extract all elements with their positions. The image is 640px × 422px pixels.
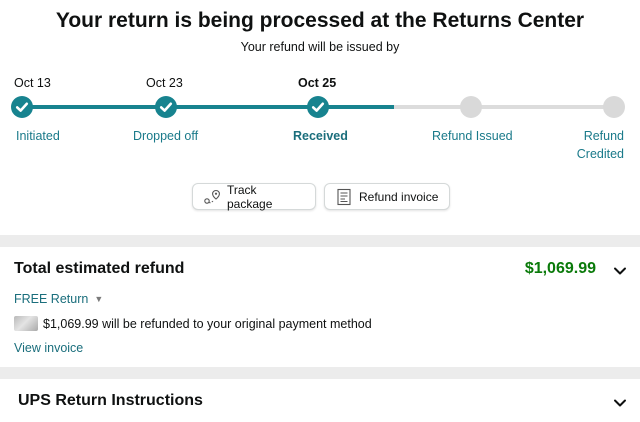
track-package-button[interactable]: Track package bbox=[192, 182, 316, 211]
refund-invoice-button[interactable]: Refund invoice bbox=[324, 183, 450, 210]
step-label-refund-credited-line2: Credited bbox=[576, 147, 624, 161]
invoice-document-icon bbox=[335, 188, 353, 206]
ups-instructions-card[interactable]: UPS Return Instructions bbox=[0, 379, 640, 422]
step-label-initiated: Initiated bbox=[16, 129, 60, 143]
refund-payment-text: $1,069.99 will be refunded to your origi… bbox=[43, 316, 372, 331]
step-date-received: Oct 25 bbox=[298, 76, 337, 90]
view-invoice-link[interactable]: View invoice bbox=[14, 341, 83, 355]
step-complete-check-icon bbox=[307, 96, 329, 118]
step-pending-dot-icon bbox=[603, 96, 625, 118]
step-date-initiated: Oct 13 bbox=[14, 76, 51, 90]
step-label-received: Received bbox=[293, 129, 348, 143]
refund-issued-by-subtitle: Your refund will be issued by bbox=[240, 40, 400, 54]
step-label-refund-issued: Refund Issued bbox=[432, 129, 513, 143]
track-package-label: Track package bbox=[227, 182, 273, 211]
refund-invoice-label: Refund invoice bbox=[359, 189, 439, 204]
chevron-down-icon[interactable] bbox=[612, 263, 628, 279]
ups-instructions-heading: UPS Return Instructions bbox=[18, 392, 203, 409]
credit-card-icon bbox=[14, 316, 38, 331]
return-status-card: Your return is being processed at the Re… bbox=[0, 0, 640, 235]
free-return-label: FREE Return bbox=[14, 292, 89, 306]
refund-summary-card: Total estimated refund $1,069.99 FREE Re… bbox=[0, 247, 640, 367]
page-title: Your return is being processed at the Re… bbox=[55, 9, 585, 32]
refund-amount: $1,069.99 bbox=[524, 260, 596, 277]
step-label-dropped-off: Dropped off bbox=[133, 129, 199, 143]
step-label-refund-credited-line1: Refund bbox=[583, 129, 624, 143]
step-pending-dot-icon bbox=[460, 96, 482, 118]
step-complete-check-icon bbox=[11, 96, 33, 118]
refund-payment-method-line: $1,069.99 will be refunded to your origi… bbox=[14, 316, 372, 331]
progress-track-pending bbox=[394, 105, 616, 109]
step-date-dropped-off: Oct 23 bbox=[146, 76, 183, 90]
map-route-icon bbox=[203, 188, 221, 206]
progress-track-completed bbox=[22, 105, 394, 109]
caret-down-icon: ▼ bbox=[94, 294, 104, 304]
chevron-down-icon[interactable] bbox=[612, 395, 628, 411]
step-label-refund-credited: Refund Credited bbox=[560, 127, 624, 163]
step-complete-check-icon bbox=[155, 96, 177, 118]
total-refund-heading: Total estimated refund bbox=[14, 260, 185, 277]
free-return-dropdown[interactable]: FREE Return ▼ bbox=[14, 292, 103, 306]
